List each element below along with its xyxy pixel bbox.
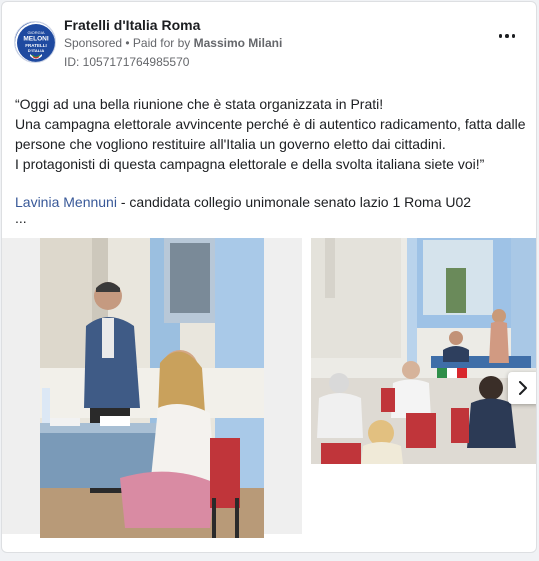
- sponsored-post-card: GIORGIA MELONI FRATELLI D'ITALIA Fratell…: [1, 1, 537, 553]
- fdi-logo-icon: GIORGIA MELONI FRATELLI D'ITALIA: [15, 22, 55, 62]
- body-line: “Oggi ad una bella riunione che è stata …: [15, 96, 384, 112]
- more-options-button[interactable]: [492, 26, 522, 46]
- sponsored-meta: Sponsored • Paid for by Massimo Milani: [64, 36, 282, 50]
- author-link[interactable]: Lavinia Mennuni: [15, 194, 117, 210]
- see-more-link[interactable]: ...: [15, 210, 27, 226]
- carousel-image-1[interactable]: [40, 238, 264, 538]
- more-dot: [511, 34, 516, 38]
- author-line: Lavinia Mennuni - candidata collegio uni…: [15, 192, 471, 212]
- carousel-next-button[interactable]: [508, 372, 536, 404]
- body-line: I protagonisti di questa campagna eletto…: [15, 156, 485, 172]
- carousel-image-2[interactable]: [311, 238, 537, 464]
- image-carousel: [2, 238, 537, 538]
- sponsor-name: Massimo Milani: [193, 36, 283, 50]
- avatar-line-4: D'ITALIA: [28, 48, 45, 53]
- more-dot: [505, 34, 509, 38]
- avatar-line-2: MELONI: [23, 36, 48, 43]
- page-avatar[interactable]: GIORGIA MELONI FRATELLI D'ITALIA: [14, 21, 56, 63]
- paid-for-label: Paid for by: [132, 36, 194, 50]
- meta-separator: •: [122, 36, 133, 50]
- avatar-line-1: GIORGIA: [27, 30, 44, 35]
- more-horizontal-icon: [498, 34, 503, 38]
- ad-id: ID: 1057171764985570: [64, 55, 190, 69]
- post-body: “Oggi ad una bella riunione che è stata …: [15, 94, 530, 174]
- chevron-right-icon: [519, 381, 527, 395]
- sponsored-label: Sponsored: [64, 36, 123, 50]
- author-description: - candidata collegio unimonale senato la…: [116, 194, 472, 210]
- page-name[interactable]: Fratelli d'Italia Roma: [64, 17, 200, 33]
- body-line: Una campagna elettorale avvincente perch…: [15, 116, 526, 152]
